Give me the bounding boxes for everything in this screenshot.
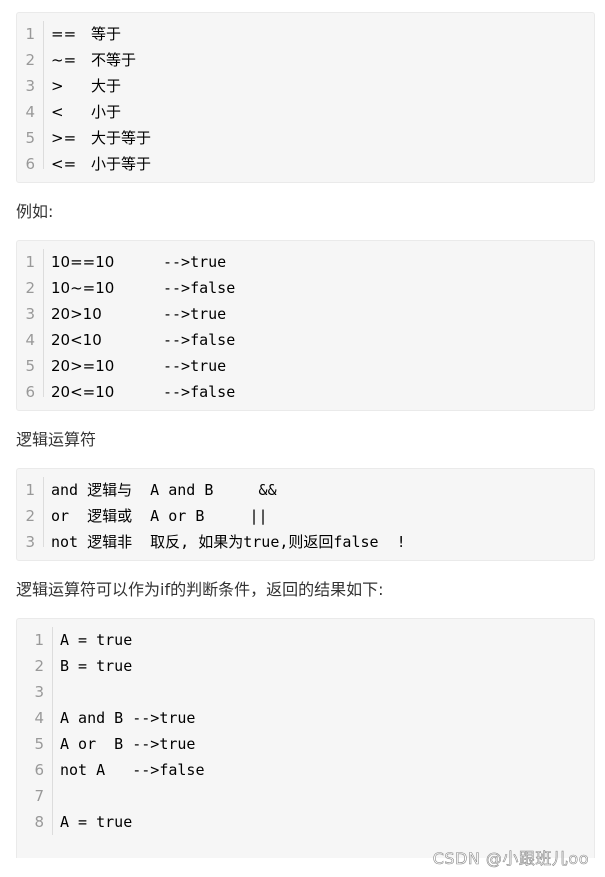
expression: 20<=10: [51, 383, 115, 401]
paragraph-logical-result-intro: 逻辑运算符可以作为if的判断条件，返回的结果如下:: [16, 580, 384, 599]
expression: 10~=10: [51, 279, 115, 297]
code-line: 1 10==10 -->true: [17, 249, 594, 275]
paragraph-example: 例如:: [16, 202, 54, 221]
expression: 20<10: [51, 331, 102, 349]
result: -->true: [163, 357, 227, 375]
line-number: 1: [25, 253, 35, 271]
line-number: 6: [25, 155, 35, 173]
code-block-comparison-examples: 1 10==10 -->true 2 10~=10 -->false 3 20>…: [16, 240, 595, 411]
result: -->false: [163, 383, 236, 401]
code-line: 5 >= 大于等于: [17, 125, 594, 151]
code-text: A = true: [60, 813, 133, 831]
operator-description: 小于: [91, 103, 122, 121]
operator-description: 不等于: [91, 51, 137, 69]
line-number: 3: [25, 77, 35, 95]
line-number: 4: [25, 331, 35, 349]
line-number: 5: [25, 129, 35, 147]
code-text: not 逻辑非 取反, 如果为true,则返回false !: [51, 533, 406, 551]
line-number: 2: [25, 51, 35, 69]
result: -->true: [163, 253, 227, 271]
expression: 10==10: [51, 253, 115, 271]
operator: ==: [51, 25, 77, 43]
operator: <: [51, 103, 64, 121]
csdn-watermark: CSDN @小跟班儿oo: [432, 849, 589, 869]
code-line: 2 B = true: [17, 653, 594, 679]
line-number: 6: [34, 761, 44, 779]
code-line: 8 A = true: [17, 809, 594, 835]
code-block-logical-examples: 1 A = true 2 B = true 3 4 A and B -->tru…: [16, 618, 595, 858]
line-number: 5: [34, 735, 44, 753]
line-number: 1: [25, 25, 35, 43]
operator-description: 大于等于: [91, 129, 152, 147]
code-line: 6 20<=10 -->false: [17, 379, 594, 405]
operator: >: [51, 77, 64, 95]
operator-description: 大于: [91, 77, 122, 95]
operator: <=: [51, 155, 77, 173]
code-text: or 逻辑或 A or B ||: [51, 507, 268, 525]
code-line: 6 <= 小于等于: [17, 151, 594, 177]
code-line: 4 20<10 -->false: [17, 327, 594, 353]
code-block-logical-operators: 1 and 逻辑与 A and B && 2 or 逻辑或 A or B || …: [16, 468, 595, 561]
code-line: 4 < 小于: [17, 99, 594, 125]
code-line: 2 ~= 不等于: [17, 47, 594, 73]
code-line: 1 A = true: [17, 627, 594, 653]
code-line: 2 or 逻辑或 A or B ||: [17, 503, 594, 529]
line-number: 4: [25, 103, 35, 121]
line-number: 6: [25, 383, 35, 401]
code-line: 5 20>=10 -->true: [17, 353, 594, 379]
code-text: not A -->false: [60, 761, 205, 779]
result: -->false: [163, 279, 236, 297]
code-line: 1 == 等于: [17, 21, 594, 47]
code-line: 7: [17, 783, 594, 809]
code-line: 3 not 逻辑非 取反, 如果为true,则返回false !: [17, 529, 594, 555]
expression: 20>10: [51, 305, 102, 323]
code-text: B = true: [60, 657, 133, 675]
code-text: and 逻辑与 A and B &&: [51, 481, 277, 499]
line-number: 3: [34, 683, 44, 701]
line-number: 2: [25, 507, 35, 525]
gutter-divider: [43, 21, 44, 169]
code-line: 2 10~=10 -->false: [17, 275, 594, 301]
line-number: 7: [34, 787, 44, 805]
line-number: 2: [25, 279, 35, 297]
line-number: 5: [25, 357, 35, 375]
code-text: A or B -->true: [60, 735, 196, 753]
code-line: 1 and 逻辑与 A and B &&: [17, 477, 594, 503]
code-line: 3 20>10 -->true: [17, 301, 594, 327]
line-number: 3: [25, 533, 35, 551]
code-text: A and B -->true: [60, 709, 196, 727]
operator: ~=: [51, 51, 77, 69]
operator-description: 等于: [91, 25, 122, 43]
code-block-comparison-operators: 1 == 等于 2 ~= 不等于 3 > 大于 4 < 小于 5 >= 大于等于…: [16, 12, 595, 183]
line-number: 1: [34, 631, 44, 649]
code-text: A = true: [60, 631, 133, 649]
line-number: 3: [25, 305, 35, 323]
operator: >=: [51, 129, 77, 147]
gutter-divider: [52, 627, 53, 835]
expression: 20>=10: [51, 357, 115, 375]
result: -->false: [163, 331, 236, 349]
code-line: 6 not A -->false: [17, 757, 594, 783]
operator-description: 小于等于: [91, 155, 152, 173]
result: -->true: [163, 305, 227, 323]
line-number: 2: [34, 657, 44, 675]
code-line: 3: [17, 679, 594, 705]
code-line: 5 A or B -->true: [17, 731, 594, 757]
gutter-divider: [43, 249, 44, 397]
code-line: 3 > 大于: [17, 73, 594, 99]
gutter-divider: [43, 477, 44, 547]
line-number: 4: [34, 709, 44, 727]
line-number: 8: [34, 813, 44, 831]
code-line: 4 A and B -->true: [17, 705, 594, 731]
paragraph-logical-operators-heading: 逻辑运算符: [16, 430, 97, 449]
line-number: 1: [25, 481, 35, 499]
